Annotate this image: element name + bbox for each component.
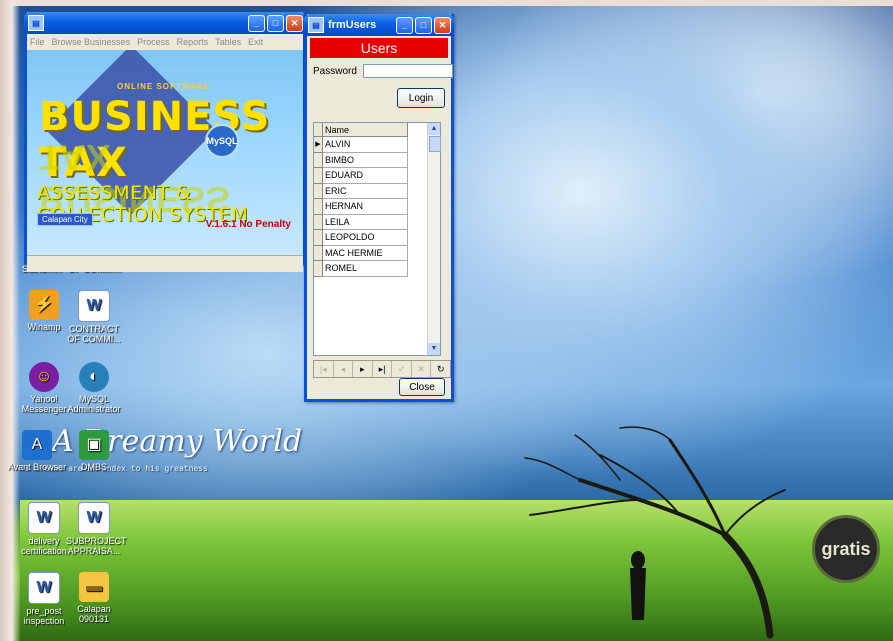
name-cell[interactable]: ALVIN — [323, 137, 408, 153]
table-row[interactable]: MAC HERMIE — [314, 245, 440, 261]
password-input[interactable] — [362, 64, 453, 78]
desktop-icon-label: Avant Browser — [7, 462, 67, 472]
city-label: Calapan City — [37, 213, 93, 226]
users-titlebar[interactable]: ▤ frmUsers _ □ ✕ — [304, 14, 454, 36]
last-record-icon[interactable]: ▸| — [373, 361, 393, 377]
users-window-title: frmUsers — [328, 19, 377, 31]
desktop-icon-prepost[interactable]: W pre_post inspection — [16, 572, 72, 626]
gratis-logo: gratis — [812, 515, 880, 583]
version-label: V.1.6.1 No Penalty — [205, 219, 291, 230]
menu-tables[interactable]: Tables — [215, 37, 241, 47]
table-row[interactable]: ROMEL — [314, 261, 440, 277]
name-cell[interactable]: BIMBO — [323, 152, 408, 168]
users-header: Users — [310, 38, 448, 58]
winamp-icon: ⚡ — [29, 290, 59, 320]
cancel-record-icon[interactable]: ✕ — [412, 361, 432, 377]
grid-scrollbar[interactable]: ▲ ▼ — [427, 123, 441, 355]
word-document-icon: W — [78, 290, 110, 322]
table-row[interactable]: LEOPOLDO — [314, 230, 440, 246]
current-row-marker-icon: ▶ — [314, 137, 323, 153]
table-row[interactable]: ▶ ALVIN — [314, 137, 440, 153]
menu-process[interactable]: Process — [137, 37, 170, 47]
avant-browser-icon: A — [22, 430, 52, 460]
app-icon: ▣ — [79, 430, 109, 460]
name-cell[interactable]: ERIC — [323, 183, 408, 199]
first-record-icon[interactable]: |◂ — [314, 361, 334, 377]
word-document-icon: W — [28, 502, 60, 534]
name-cell[interactable]: ROMEL — [323, 261, 408, 277]
table-row[interactable]: ERIC — [314, 183, 440, 199]
desktop-icon-contract[interactable]: W CONTRACT OF COMMI... — [66, 290, 122, 344]
name-cell[interactable]: HERNAN — [323, 199, 408, 215]
minimize-button[interactable]: _ — [396, 16, 413, 34]
photo-frame-top — [0, 0, 893, 6]
record-navigator: |◂ ◂ ▸ ▸| ✓ ✕ ↻ — [313, 360, 451, 378]
menu-browse-businesses[interactable]: Browse Businesses — [52, 37, 131, 47]
close-button[interactable]: ✕ — [434, 16, 451, 34]
next-record-icon[interactable]: ▸ — [353, 361, 373, 377]
table-row[interactable]: HERNAN — [314, 199, 440, 215]
desktop-icon-label: DMBS — [80, 462, 107, 472]
table-row[interactable]: EDUARD — [314, 168, 440, 184]
yahoo-messenger-icon: ☺ — [29, 362, 59, 392]
column-header-name[interactable]: Name — [323, 123, 408, 137]
desktop-icon-winamp[interactable]: ⚡ Winamp — [16, 290, 72, 332]
desktop-icon-label: Calapan 090131 — [77, 604, 111, 624]
desktop-icon-dmbs[interactable]: ▣ DMBS — [66, 430, 122, 472]
row-selector-header — [314, 123, 323, 137]
desktop-icon-label: pre_post inspection — [23, 606, 65, 626]
tree-silhouette — [524, 426, 786, 639]
desktop-icon-label: Yahoo! Messenger — [21, 394, 67, 414]
desktop-icon-mysql[interactable]: ◐ MySQL Administrator — [66, 362, 122, 414]
users-grid[interactable]: Name ▶ ALVIN BIMBO EDUARD ERIC HERNAN LEI… — [313, 122, 441, 356]
menu-bar: File Browse Businesses Process Reports T… — [27, 34, 303, 50]
table-row[interactable]: BIMBO — [314, 152, 440, 168]
scroll-up-icon[interactable]: ▲ — [428, 123, 440, 135]
folder-icon: ▬ — [79, 572, 109, 602]
mysql-icon: ◐ — [79, 362, 109, 392]
menu-reports[interactable]: Reports — [177, 37, 209, 47]
desktop-icon-label: MySQL Administrator — [67, 394, 121, 414]
software-label: ONLINE SOFTWARE — [117, 82, 210, 91]
menu-exit[interactable]: Exit — [248, 37, 263, 47]
app-icon: ▤ — [28, 15, 44, 31]
desktop-icon-label: CONTRACT OF COMMI... — [67, 324, 121, 344]
mysql-badge: MySQL — [205, 124, 239, 158]
table-row[interactable]: LEILA — [314, 214, 440, 230]
business-tax-window[interactable]: ▤ _ □ ✕ File Browse Businesses Process R… — [24, 12, 306, 272]
maximize-button[interactable]: □ — [267, 14, 284, 32]
menu-file[interactable]: File — [30, 37, 45, 47]
maximize-button[interactable]: □ — [415, 16, 432, 34]
refresh-icon[interactable]: ↻ — [431, 361, 450, 377]
login-button[interactable]: Login — [397, 88, 445, 108]
name-cell[interactable]: EDUARD — [323, 168, 408, 184]
desktop-icon-avant[interactable]: A Avant Browser — [4, 430, 70, 472]
desktop: gratis A Dreamy World 's dreams are an i… — [0, 0, 893, 641]
business-tax-titlebar[interactable]: ▤ _ □ ✕ — [24, 12, 306, 34]
desktop-icon-calapan[interactable]: ▬ Calapan 090131 — [66, 572, 122, 624]
desktop-icon-label: SUBPROJECT APPRAISA... — [66, 536, 127, 556]
scroll-down-icon[interactable]: ▼ — [428, 343, 440, 355]
status-bar — [27, 255, 303, 272]
scroll-thumb[interactable] — [429, 136, 441, 152]
desktop-icon-label: delivery certification — [21, 536, 67, 556]
word-document-icon: W — [78, 502, 110, 534]
name-cell[interactable]: LEILA — [323, 214, 408, 230]
users-window[interactable]: ▤ frmUsers _ □ ✕ Users Password Login Na… — [304, 14, 454, 402]
desktop-icon-yahoo[interactable]: ☺ Yahoo! Messenger — [16, 362, 72, 414]
desktop-icon-delivery[interactable]: W delivery certification — [16, 502, 72, 556]
post-record-icon[interactable]: ✓ — [392, 361, 412, 377]
password-label: Password — [313, 65, 357, 77]
splash-banner: ONLINE SOFTWARE BUSINESS TAX BUSINESS TA… — [27, 50, 303, 255]
desktop-icon-subproject[interactable]: W SUBPROJECT APPRAISA... — [66, 502, 127, 556]
form-icon: ▤ — [308, 17, 324, 33]
name-cell[interactable]: LEOPOLDO — [323, 230, 408, 246]
desktop-icon-label: Winamp — [27, 322, 61, 332]
close-button[interactable]: ✕ — [286, 14, 303, 32]
minimize-button[interactable]: _ — [248, 14, 265, 32]
close-form-button[interactable]: Close — [399, 378, 445, 396]
word-document-icon: W — [28, 572, 60, 604]
name-cell[interactable]: MAC HERMIE — [323, 245, 408, 261]
prior-record-icon[interactable]: ◂ — [334, 361, 354, 377]
